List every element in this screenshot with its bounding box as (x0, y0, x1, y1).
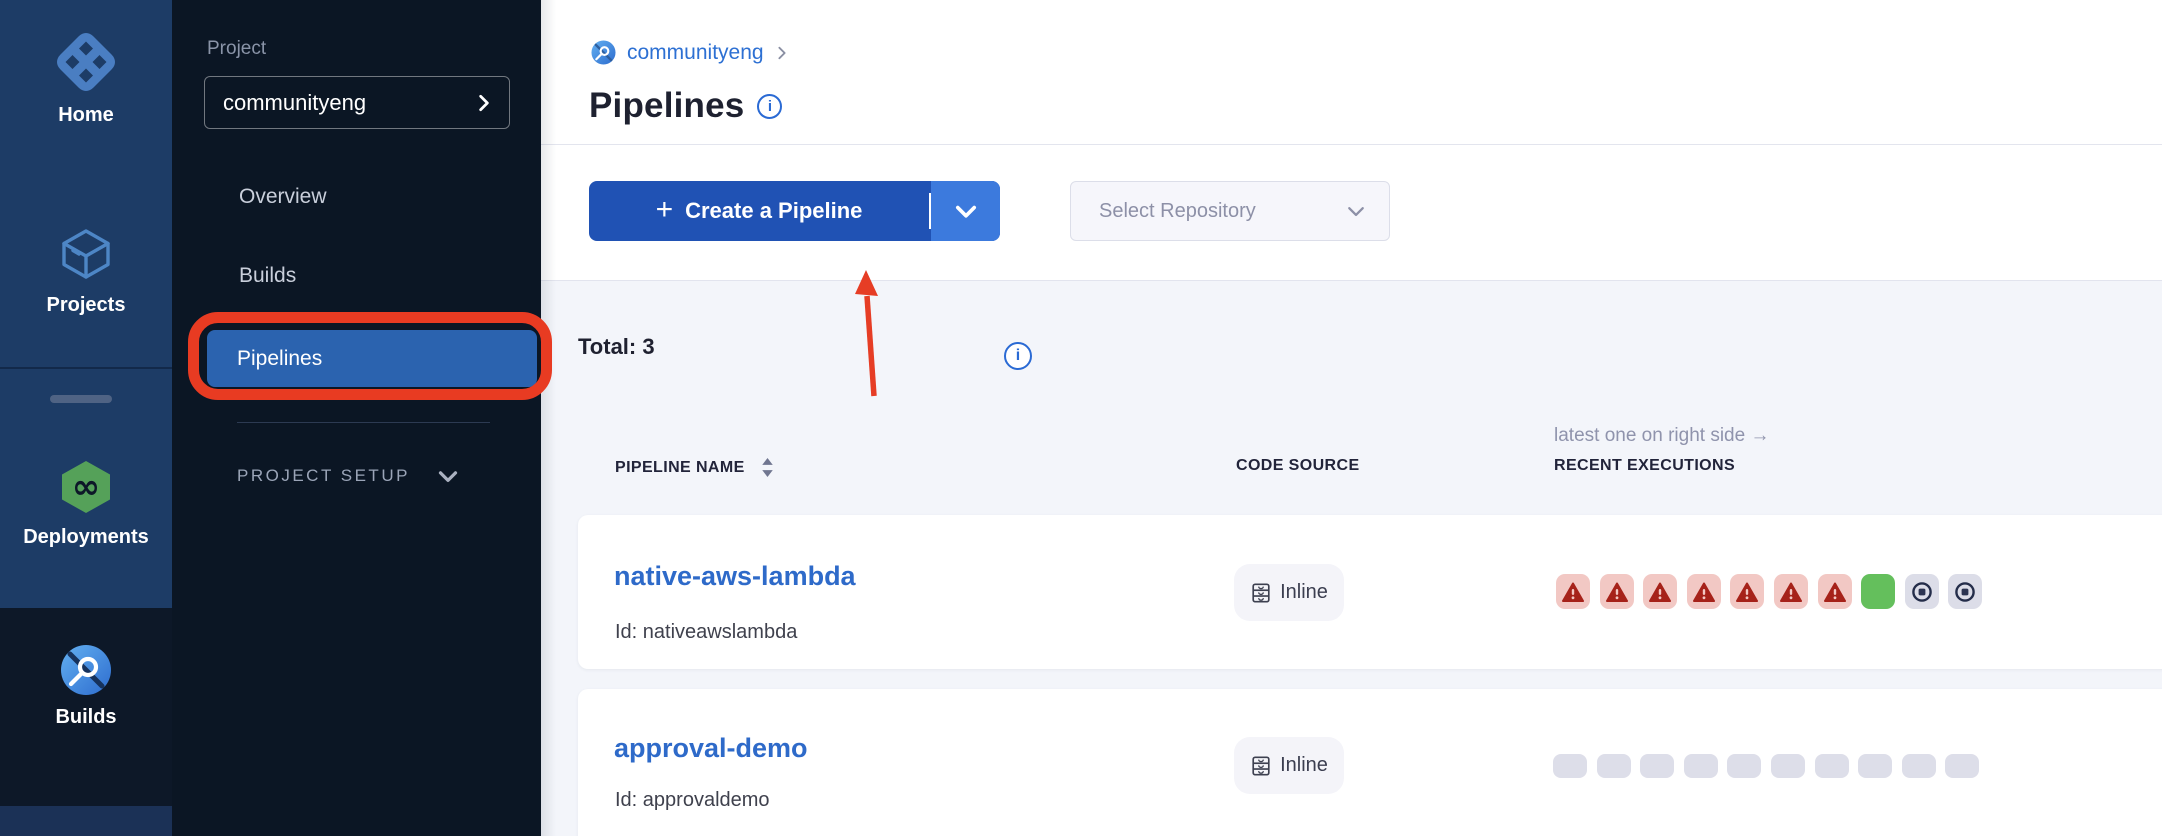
project-sidebar: Project communityeng Overview Builds Pip… (172, 0, 541, 836)
svg-text:∞: ∞ (72, 467, 100, 507)
pipeline-id: Id: approvaldemo (615, 789, 770, 812)
select-repository-dropdown[interactable]: Select Repository (1070, 181, 1390, 241)
execution-empty-tile (1902, 754, 1936, 778)
executions-hint: latest one on right side → (1554, 425, 1769, 447)
table-row[interactable]: approval-demo Id: approvaldemo Inline (578, 689, 2162, 836)
execution-failed-tile[interactable] (1600, 574, 1634, 609)
chevron-down-icon (438, 466, 458, 486)
project-setup-label: PROJECT SETUP (237, 466, 410, 486)
inline-store-drawers-icon (1250, 755, 1272, 777)
create-pipeline-dropdown-toggle[interactable] (931, 181, 1000, 241)
title-row: Pipelines i (589, 86, 782, 126)
code-source-label: Inline (1280, 581, 1328, 604)
nav-item-label: Pipelines (237, 347, 322, 371)
column-header-code-source: CODE SOURCE (1236, 457, 1360, 475)
execution-empty-tile (1771, 754, 1805, 778)
code-source-badge: Inline (1234, 564, 1344, 621)
execution-empty-tile (1553, 754, 1587, 778)
sidebar-item-label: Projects (0, 294, 172, 317)
main-content: communityeng Pipelines i + Create a Pipe… (541, 0, 2162, 836)
execution-empty-tile (1945, 754, 1979, 778)
project-selector-value: communityeng (223, 90, 475, 116)
execution-empty-tile (1684, 754, 1718, 778)
sidebar-section-divider (237, 422, 490, 423)
pipeline-id: Id: nativeawslambda (615, 621, 797, 644)
plus-icon: + (656, 195, 674, 225)
chevron-right-icon (775, 46, 789, 60)
project-section-label: Project (207, 38, 266, 60)
sidebar-item-deployments[interactable]: ∞ Deployments (0, 458, 172, 549)
sidebar-item-builds[interactable]: Builds (0, 644, 172, 729)
execution-failed-tile[interactable] (1643, 574, 1677, 609)
chevron-down-icon (955, 200, 977, 222)
chevron-right-icon (475, 94, 493, 112)
execution-failed-tile[interactable] (1774, 574, 1808, 609)
deployments-infinity-icon: ∞ (0, 458, 172, 516)
sort-icon (761, 457, 774, 478)
collapsed-modules-indicator[interactable] (50, 395, 112, 403)
builds-ci-icon (0, 644, 172, 696)
create-pipeline-button-main[interactable]: + Create a Pipeline (589, 181, 929, 241)
sidebar-item-label: Home (0, 104, 172, 127)
inline-store-drawers-icon (1250, 582, 1272, 604)
info-icon[interactable]: i (1004, 342, 1032, 370)
page-header: communityeng Pipelines i (541, 0, 2162, 145)
page-title: Pipelines (589, 86, 744, 126)
code-source-label: Inline (1280, 754, 1328, 777)
module-sidebar: Home Projects ∞ Deployment (0, 0, 172, 836)
pipeline-name-link[interactable]: approval-demo (614, 733, 808, 764)
nav-item-builds[interactable]: Builds (239, 264, 296, 288)
execution-aborted-tile[interactable] (1905, 574, 1939, 609)
sidebar-divider (0, 367, 172, 369)
recent-executions-row (1553, 754, 1979, 778)
create-pipeline-button[interactable]: + Create a Pipeline (589, 181, 1000, 241)
column-header-pipeline-name[interactable]: PIPELINE NAME (615, 457, 774, 478)
execution-failed-tile[interactable] (1556, 574, 1590, 609)
create-pipeline-label: Create a Pipeline (685, 198, 862, 224)
toolbar: + Create a Pipeline i Select Repository (541, 145, 2162, 281)
execution-empty-tile (1597, 754, 1631, 778)
execution-success-tile[interactable] (1861, 574, 1895, 609)
execution-failed-tile[interactable] (1818, 574, 1852, 609)
info-icon[interactable]: i (757, 94, 782, 119)
sidebar-item-projects[interactable]: Projects (0, 224, 172, 317)
home-icon (0, 30, 172, 94)
column-header-recent-executions: RECENT EXECUTIONS (1554, 457, 1735, 475)
sidebar-item-home[interactable]: Home (0, 30, 172, 127)
pipeline-name-link[interactable]: native-aws-lambda (614, 561, 856, 592)
next-module-strip (0, 806, 172, 836)
select-repository-value: Select Repository (1099, 200, 1347, 223)
execution-empty-tile (1815, 754, 1849, 778)
execution-aborted-tile[interactable] (1948, 574, 1982, 609)
builds-ci-icon (591, 40, 616, 65)
project-setup-toggle[interactable]: PROJECT SETUP (237, 466, 458, 486)
total-count: Total: 3 (578, 334, 655, 360)
breadcrumb: communityeng (591, 40, 789, 65)
nav-item-overview[interactable]: Overview (239, 185, 327, 209)
table-row[interactable]: native-aws-lambda Id: nativeawslambda In… (578, 515, 2162, 669)
recent-executions-row (1556, 574, 1982, 609)
sidebar-item-label: Builds (0, 706, 172, 729)
execution-empty-tile (1640, 754, 1674, 778)
app-root: Home Projects ∞ Deployment (0, 0, 2162, 836)
active-module-section: Builds (0, 608, 172, 806)
execution-failed-tile[interactable] (1687, 574, 1721, 609)
projects-cube-icon (0, 224, 172, 284)
breadcrumb-project-link[interactable]: communityeng (627, 41, 764, 65)
code-source-badge: Inline (1234, 737, 1344, 794)
execution-empty-tile (1727, 754, 1761, 778)
sidebar-item-label: Deployments (0, 526, 172, 549)
project-selector[interactable]: communityeng (204, 76, 510, 129)
execution-failed-tile[interactable] (1730, 574, 1764, 609)
execution-empty-tile (1858, 754, 1892, 778)
chevron-down-icon (1347, 202, 1365, 220)
nav-item-pipelines-active[interactable]: Pipelines (207, 330, 537, 387)
column-label: PIPELINE NAME (615, 459, 745, 477)
